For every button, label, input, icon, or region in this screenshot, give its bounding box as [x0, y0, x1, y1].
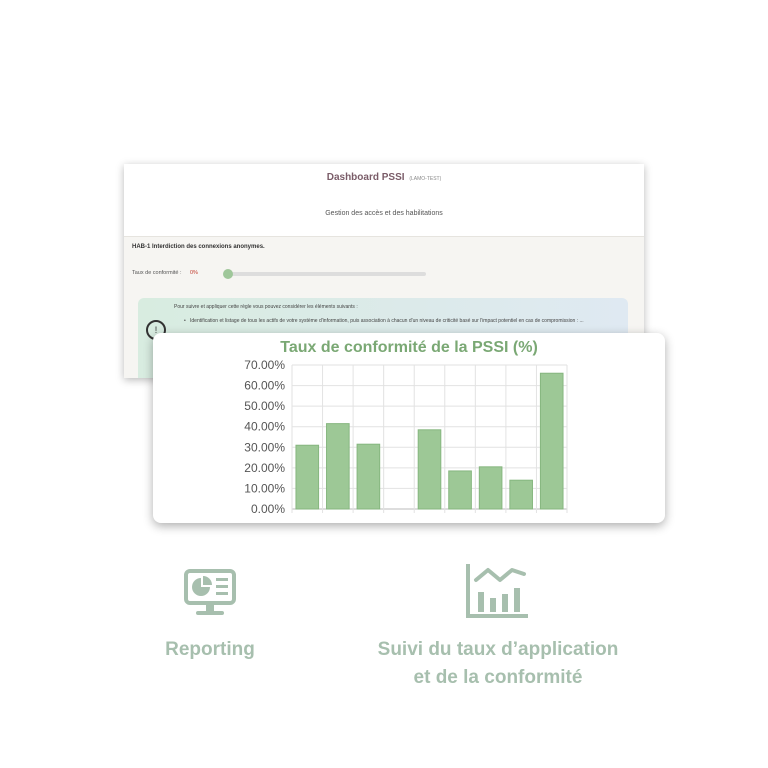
reporting-monitor-icon [184, 569, 236, 615]
chart-bar [478, 466, 503, 510]
y-tick-label: 10.00% [244, 481, 285, 495]
bar-chart-trend-icon [466, 564, 528, 618]
compliance-slider[interactable] [223, 269, 426, 279]
y-tick-label: 60.00% [244, 379, 285, 393]
compliance-bar-chart: 0.00% 10.00% 20.00% 30.00% 40.00% 50.00% 60.00… [244, 358, 568, 516]
dashboard-title-tag: (LAMO-TEST) [409, 176, 442, 182]
y-tick-label: 0.00% [251, 502, 285, 516]
info-intro: Pour suivre et appliquer cette règle vou… [174, 304, 358, 310]
feature-suivi-line1: Suivi du taux d’application [377, 639, 619, 660]
y-tick-label: 50.00% [244, 399, 285, 413]
feature-suivi-line2: et de la conformité [413, 667, 583, 688]
dashboard-title: Dashboard PSSI (LAMO-TEST) [124, 172, 644, 183]
feature-label-suivi: Suivi du taux d’application et de la con… [340, 636, 656, 692]
feature-label-reporting: Reporting [130, 636, 290, 664]
dashboard-title-text: Dashboard PSSI [326, 172, 405, 183]
section-title: Gestion des accès et des habilitations [325, 210, 443, 217]
compliance-rate-value: 0% [190, 270, 198, 276]
compliance-chart-card: Taux de conformité de la PSSI (%) 0.00% 1… [153, 333, 665, 523]
y-tick-label: 30.00% [244, 440, 285, 454]
chart-bar [509, 479, 533, 510]
chart-bar [326, 423, 350, 510]
chart-bar [539, 372, 564, 510]
feature-reporting-text: Reporting [165, 639, 255, 660]
chart-bar [295, 444, 320, 510]
y-tick-label: 70.00% [244, 358, 285, 372]
rule-title: HAB-1 Interdiction des connexions anonym… [132, 244, 265, 250]
info-list-item: Identification et listage de tous les ac… [184, 318, 630, 325]
y-tick-label: 20.00% [244, 461, 285, 475]
y-tick-label: 40.00% [244, 420, 285, 434]
chart-bar [356, 443, 381, 510]
dashboard-header: Dashboard PSSI (LAMO-TEST) Gestion des a… [124, 164, 644, 237]
slider-handle[interactable] [223, 269, 233, 279]
chart-bar [448, 470, 472, 510]
compliance-rate-label: Taux de conformité : [132, 270, 182, 276]
chart-bar [417, 429, 442, 510]
